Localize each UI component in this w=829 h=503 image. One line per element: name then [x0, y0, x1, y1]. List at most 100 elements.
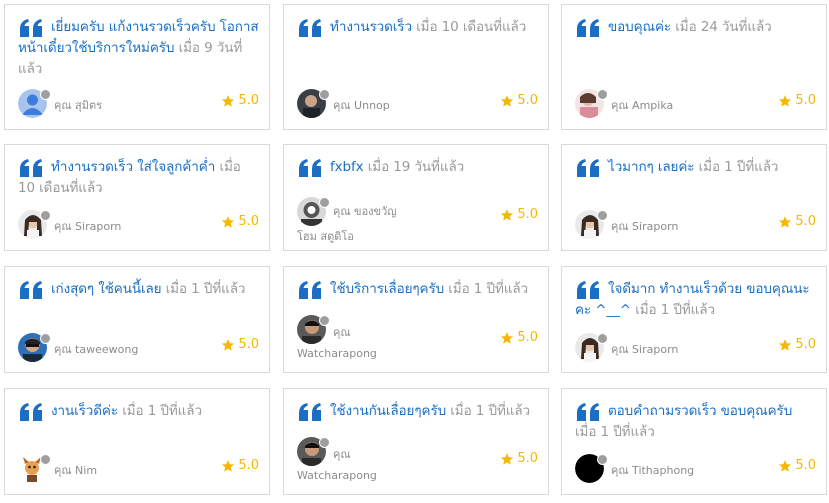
status-dot — [319, 315, 330, 326]
star-icon — [222, 338, 235, 351]
review-card: ไวมากๆ เลยค่ะ เมื่อ 1 ปีที่แล้ว คุณ Sira… — [561, 144, 827, 251]
review-card: ตอบคำถามรวดเร็ว ขอบคุณครับ เมื่อ 1 ปีที่… — [561, 388, 827, 495]
review-time: เมื่อ 10 เดือนที่แล้ว — [416, 19, 527, 35]
review-footer: คุณ Watcharapong 5.0 — [297, 435, 538, 489]
avatar[interactable] — [575, 454, 609, 484]
avatar[interactable] — [297, 89, 331, 119]
reviewer-name[interactable]: คุณ — [333, 323, 351, 341]
star-icon — [779, 94, 792, 107]
rating-value: 5.0 — [517, 93, 538, 108]
review-message: เก่งสุดๆ ใช้คนนี้เลย — [51, 281, 162, 297]
star-icon — [222, 459, 235, 472]
star-icon — [222, 215, 235, 228]
rating: 5.0 — [221, 458, 259, 473]
rating: 5.0 — [778, 458, 816, 473]
avatar[interactable] — [297, 315, 331, 345]
rating-value: 5.0 — [517, 451, 538, 466]
reviewer-name[interactable]: คุณ Tithaphong — [611, 461, 694, 479]
review-body: ทำงานรวดเร็ว ใส่ใจลูกค้าค่ำ เมื่อ 10 เดื… — [18, 157, 259, 199]
status-dot — [40, 89, 51, 100]
review-footer: คุณ Watcharapong 5.0 — [297, 313, 538, 367]
review-card: ทำงานรวดเร็ว ใส่ใจลูกค้าค่ำ เมื่อ 10 เดื… — [4, 144, 270, 251]
avatar[interactable] — [297, 437, 331, 467]
review-body: ทำงานรวดเร็ว เมื่อ 10 เดือนที่แล้ว — [297, 17, 538, 38]
review-footer: คุณ Siraporn 5.0 — [575, 210, 816, 244]
rating-value: 5.0 — [795, 214, 816, 229]
review-time: เมื่อ 1 ปีที่แล้ว — [698, 159, 779, 175]
star-icon — [501, 452, 514, 465]
star-icon — [779, 459, 792, 472]
status-dot — [319, 437, 330, 448]
reviewer-name[interactable]: คุณ สุมิตร — [54, 96, 102, 114]
rating-value: 5.0 — [517, 207, 538, 222]
review-footer: คุณ Ampika 5.0 — [575, 89, 816, 123]
review-message: ใช้บริการเลื่อยๆครับ — [330, 281, 445, 297]
avatar[interactable] — [575, 89, 609, 119]
reviewer-name[interactable]: คุณ Siraporn — [611, 217, 678, 235]
review-card: ใจดีมาก ทำงานเร็วด้วย ขอบคุณนะคะ ^__^ เม… — [561, 266, 827, 373]
star-icon — [501, 208, 514, 221]
status-dot — [597, 333, 608, 344]
avatar[interactable] — [18, 454, 52, 484]
rating-value: 5.0 — [795, 337, 816, 352]
rating: 5.0 — [778, 337, 816, 352]
status-dot — [319, 197, 330, 208]
review-message: ตอบคำถามรวดเร็ว ขอบคุณครับ — [608, 403, 793, 419]
rating-value: 5.0 — [238, 337, 259, 352]
rating-value: 5.0 — [238, 458, 259, 473]
rating: 5.0 — [778, 93, 816, 108]
review-footer: คุณ Nim 5.0 — [18, 454, 259, 488]
review-time: เมื่อ 1 ปีที่แล้ว — [450, 403, 530, 419]
review-card: ใช้งานกันเลื่อยๆครับ เมื่อ 1 ปีที่แล้ว ค… — [283, 388, 549, 495]
reviewer-name-line2[interactable]: Watcharapong — [297, 347, 377, 360]
reviewer-name[interactable]: คุณ Nim — [54, 461, 97, 479]
rating-value: 5.0 — [238, 93, 259, 108]
avatar[interactable] — [18, 210, 52, 240]
review-card: fxbfx เมื่อ 19 วันที่แล้ว คุณ ของขวัญ โฮ… — [283, 144, 549, 251]
avatar[interactable] — [575, 210, 609, 240]
status-dot — [597, 454, 608, 465]
reviewer-name[interactable]: คุณ Unnop — [333, 96, 390, 114]
review-time: เมื่อ 1 ปีที่แล้ว — [165, 281, 246, 297]
review-footer: คุณ สุมิตร 5.0 — [18, 89, 259, 123]
review-card: เก่งสุดๆ ใช้คนนี้เลย เมื่อ 1 ปีที่แล้ว ค… — [4, 266, 270, 373]
reviewer-name[interactable]: คุณ taweewong — [54, 340, 138, 358]
avatar[interactable] — [575, 333, 609, 363]
star-icon — [501, 331, 514, 344]
reviewer-name[interactable]: คุณ — [333, 445, 351, 463]
star-icon — [779, 338, 792, 351]
review-body: ใช้งานกันเลื่อยๆครับ เมื่อ 1 ปีที่แล้ว — [297, 401, 538, 422]
review-message: ใช้งานกันเลื่อยๆครับ — [330, 403, 447, 419]
review-footer: คุณ Siraporn 5.0 — [18, 210, 259, 244]
rating-value: 5.0 — [795, 458, 816, 473]
reviewer-name-line2[interactable]: Watcharapong — [297, 469, 377, 482]
avatar[interactable] — [297, 197, 331, 227]
status-dot — [40, 333, 51, 344]
star-icon — [501, 94, 514, 107]
review-body: ใจดีมาก ทำงานเร็วด้วย ขอบคุณนะคะ ^__^ เม… — [575, 279, 816, 321]
reviewer-name[interactable]: คุณ Ampika — [611, 96, 673, 114]
rating: 5.0 — [500, 207, 538, 222]
review-message: งานเร็วดีค่ะ — [51, 403, 118, 419]
avatar[interactable] — [18, 333, 52, 363]
review-time: เมื่อ 1 ปีที่แล้ว — [575, 424, 655, 440]
review-time: เมื่อ 1 ปีที่แล้ว — [635, 302, 715, 318]
review-footer: คุณ ของขวัญ โฮม สตูดิโอ 5.0 — [297, 193, 538, 245]
rating-value: 5.0 — [517, 330, 538, 345]
reviewer-name[interactable]: คุณ ของขวัญ — [333, 202, 397, 220]
avatar[interactable] — [18, 89, 52, 119]
review-footer: คุณ Siraporn 5.0 — [575, 333, 816, 367]
review-message: ไวมากๆ เลยค่ะ — [608, 159, 695, 175]
review-time: เมื่อ 1 ปีที่แล้ว — [122, 403, 202, 419]
review-footer: คุณ taweewong 5.0 — [18, 333, 259, 367]
rating: 5.0 — [778, 214, 816, 229]
reviewer-name[interactable]: คุณ Siraporn — [611, 340, 678, 358]
review-message: fxbfx — [330, 159, 364, 175]
reviewer-name[interactable]: คุณ Siraporn — [54, 217, 121, 235]
status-dot — [597, 210, 608, 221]
review-body: งานเร็วดีค่ะ เมื่อ 1 ปีที่แล้ว — [18, 401, 259, 422]
review-body: ตอบคำถามรวดเร็ว ขอบคุณครับ เมื่อ 1 ปีที่… — [575, 401, 816, 443]
reviewer-name-line2[interactable]: โฮม สตูดิโอ — [297, 227, 354, 245]
review-time: เมื่อ 1 ปีที่แล้ว — [448, 281, 529, 297]
review-message: ขอบคุณค่ะ — [608, 19, 672, 35]
